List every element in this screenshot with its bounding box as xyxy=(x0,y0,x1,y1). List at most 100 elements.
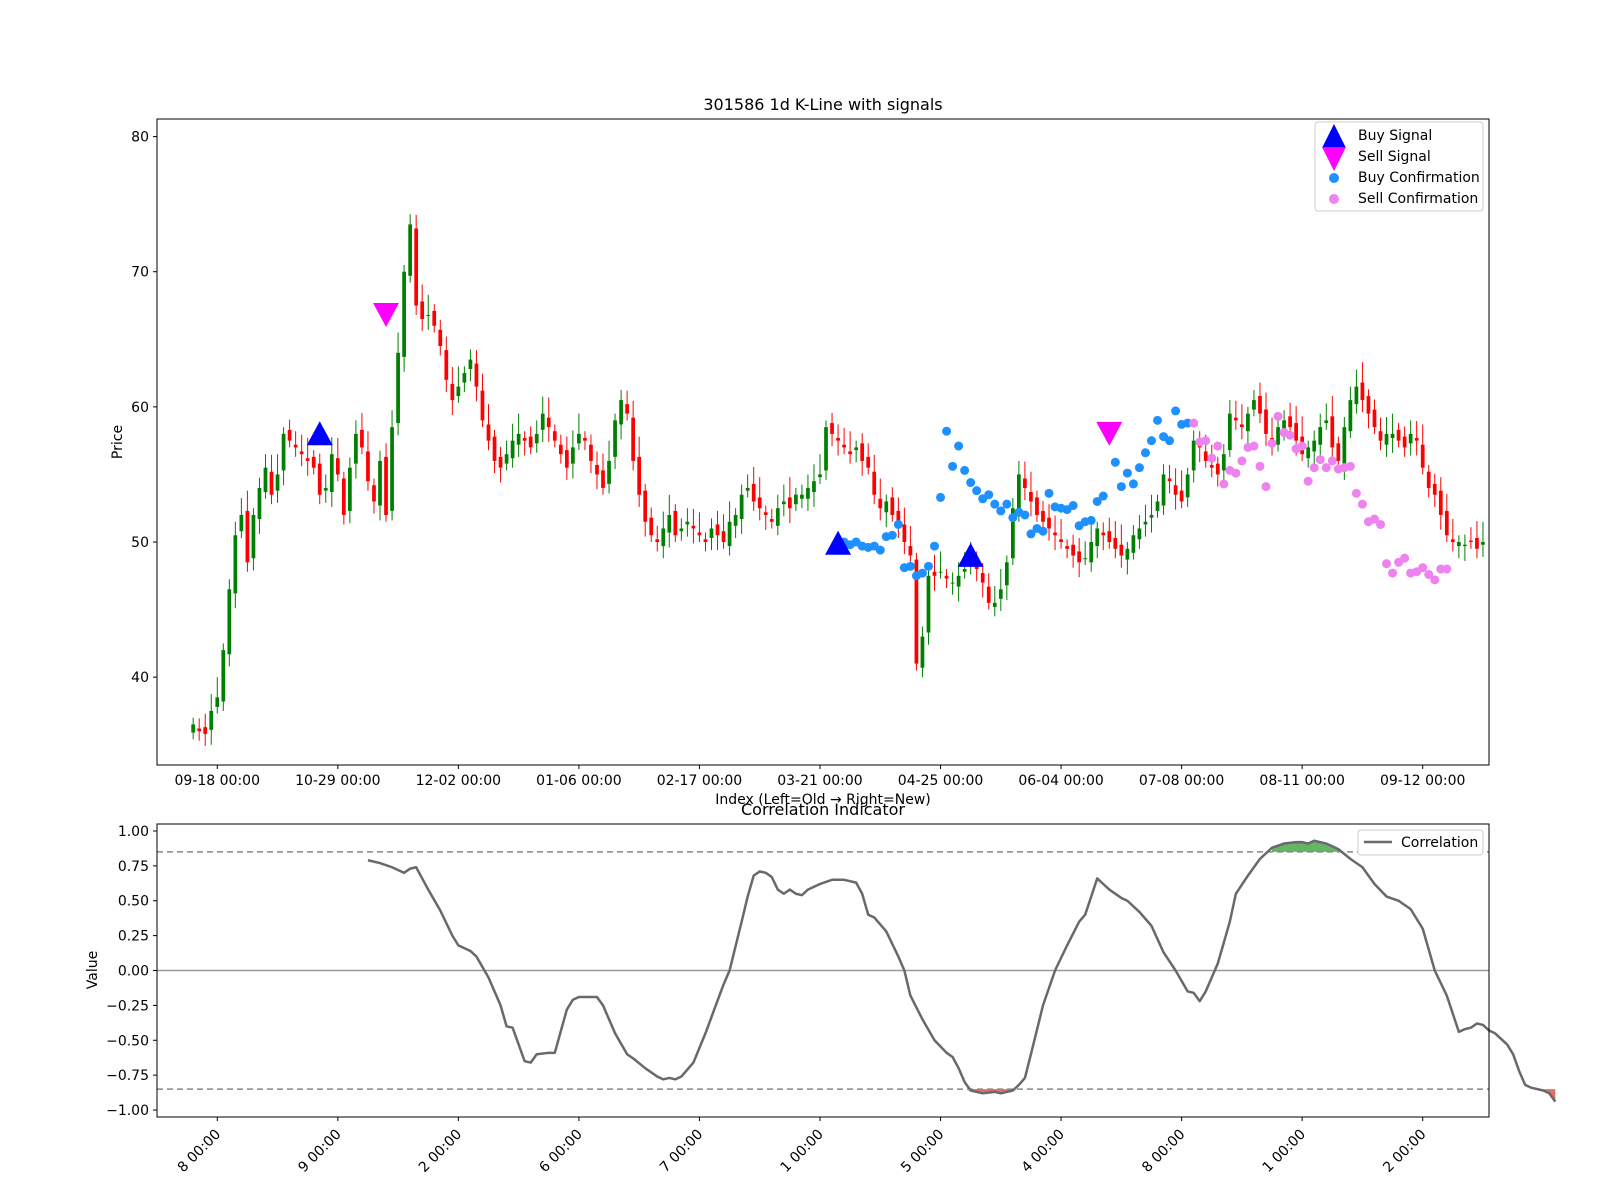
candle-body xyxy=(1456,542,1461,547)
sell-confirmation-point xyxy=(1261,482,1271,492)
candle-body xyxy=(498,456,503,468)
sell-signal-marker xyxy=(1096,421,1123,446)
candle-body xyxy=(1059,539,1063,543)
x-tick-label: 2 00:00 xyxy=(416,1127,465,1176)
sell-signal-marker xyxy=(373,302,400,327)
kline-marks xyxy=(191,214,1485,747)
candle-body xyxy=(528,436,533,448)
candle-body xyxy=(203,727,208,734)
y-tick-label: 70 xyxy=(131,265,149,281)
buy-confirmation-point xyxy=(972,486,982,496)
candle-body xyxy=(197,728,202,732)
candle-body xyxy=(402,271,406,357)
candle-body xyxy=(1324,420,1329,424)
candle-body xyxy=(191,724,196,733)
buy-confirmation-point xyxy=(954,441,964,451)
candle-body xyxy=(462,373,467,383)
candle-body xyxy=(558,444,563,455)
kline-title: 301586 1d K-Line with signals xyxy=(703,95,942,114)
candle-body xyxy=(341,478,346,515)
candle-body xyxy=(667,514,672,533)
candle-body xyxy=(745,487,750,491)
candle-body xyxy=(1173,485,1178,495)
candle-body xyxy=(420,301,425,320)
candle-body xyxy=(830,423,834,434)
candle-body xyxy=(540,413,545,430)
sell-confirmation-point xyxy=(1327,456,1337,466)
y-tick-label: 0.00 xyxy=(118,964,149,980)
candle-body xyxy=(1264,409,1268,434)
sell-confirmation-point xyxy=(1201,436,1211,446)
candle-body xyxy=(1384,433,1389,445)
candle-body xyxy=(890,497,895,515)
buy-confirmation-point xyxy=(948,461,958,471)
candle-body xyxy=(311,456,316,468)
candle-body xyxy=(1053,532,1057,536)
y-tick-label: 60 xyxy=(131,400,149,416)
candle-body xyxy=(1227,413,1232,451)
candle-body xyxy=(1004,562,1009,586)
candle-body xyxy=(926,575,931,633)
candle-body xyxy=(1209,464,1214,468)
candle-body xyxy=(1185,474,1190,498)
candle-body xyxy=(287,429,292,441)
candle-body xyxy=(1221,454,1226,471)
candle-body xyxy=(354,433,358,464)
candle-body xyxy=(655,539,660,543)
candle-body xyxy=(1360,382,1365,401)
buy-confirmation-point xyxy=(1140,448,1150,458)
candle-body xyxy=(727,521,732,547)
candle-body xyxy=(1041,510,1045,522)
correlation-lines xyxy=(157,839,1557,1103)
candle-body xyxy=(233,535,238,594)
candle-body xyxy=(480,390,485,421)
x-tick-label: 1 00:00 xyxy=(1260,1127,1309,1176)
candle-body xyxy=(396,352,400,424)
correlation-y-ticks: 1.00 0.75 0.50 0.25 0.00 −0.25 −0.50 −0.75 −1.00 xyxy=(106,824,157,1119)
candle-body xyxy=(854,447,859,451)
candle-body xyxy=(1240,424,1244,428)
x-tick-label: 03-21 00:00 xyxy=(777,773,862,789)
candle-body xyxy=(938,571,943,573)
candle-body xyxy=(721,531,726,543)
candle-body xyxy=(1288,416,1292,428)
candle-body xyxy=(305,458,310,461)
candle-body xyxy=(1408,433,1413,444)
legend-buy-signal: Buy Signal xyxy=(1358,128,1432,144)
candle-body xyxy=(836,437,840,441)
candle-body xyxy=(1396,429,1401,441)
candle-body xyxy=(281,433,286,471)
y-tick-label: 80 xyxy=(131,130,149,146)
buy-confirmation-point xyxy=(942,426,952,436)
sell-confirmation-point xyxy=(1231,468,1241,478)
x-tick-label: 09-12 00:00 xyxy=(1380,773,1465,789)
kline-y-axis-label: Price xyxy=(110,425,126,459)
legend-sell-confirmation-marker xyxy=(1329,194,1339,204)
candle-body xyxy=(1420,444,1425,468)
candle-body xyxy=(1113,537,1118,549)
candle-body xyxy=(450,383,455,401)
buy-confirmation-point xyxy=(960,465,970,475)
candle-body xyxy=(522,437,527,441)
candle-body xyxy=(1276,427,1280,445)
candle-body xyxy=(516,433,521,445)
buy-confirmation-point xyxy=(990,499,1000,509)
candle-body xyxy=(806,487,810,499)
candle-body xyxy=(1089,542,1094,563)
candle-body xyxy=(763,512,768,515)
candle-body xyxy=(317,463,322,495)
candle-body xyxy=(775,508,780,526)
candle-body xyxy=(902,524,907,543)
candle-body xyxy=(691,525,696,529)
candle-body xyxy=(980,573,985,583)
buy-confirmation-point xyxy=(887,530,897,540)
candle-body xyxy=(589,444,593,461)
candle-body xyxy=(800,494,804,499)
y-tick-label: 0.25 xyxy=(118,929,149,945)
candle-body xyxy=(607,460,611,484)
candle-body xyxy=(625,404,629,414)
x-tick-label: 09-18 00:00 xyxy=(175,773,260,789)
candle-body xyxy=(1125,548,1130,560)
candle-body xyxy=(299,451,304,455)
buy-confirmation-point xyxy=(936,492,946,502)
